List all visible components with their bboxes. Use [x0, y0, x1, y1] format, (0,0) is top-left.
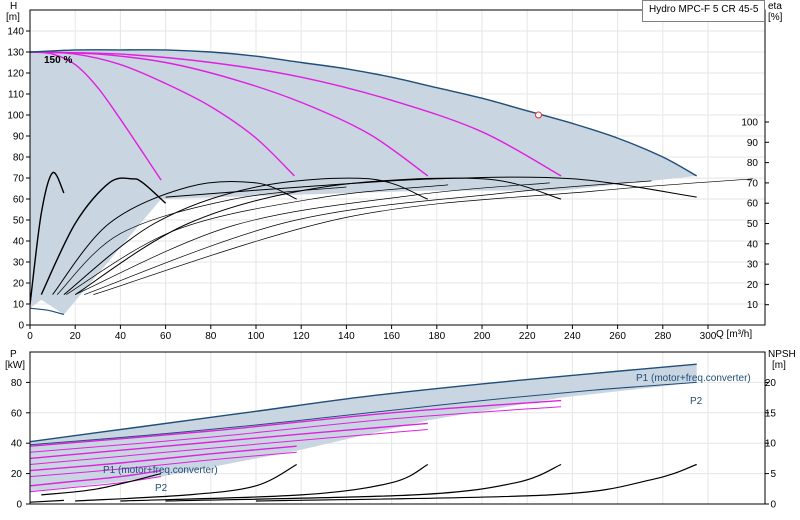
y2-tick-label: 90: [747, 138, 759, 149]
y-tick-label: 0: [18, 321, 24, 332]
y2-tick-label: 5: [770, 469, 776, 480]
chart-title: Hydro MPC-F 5 CR 45-5: [649, 4, 759, 15]
y-tick-label: 140: [7, 27, 24, 38]
duty-point: [535, 111, 542, 119]
x-tick-label: 60: [160, 331, 172, 342]
y-tick-label: 110: [8, 90, 24, 101]
efficiency-axis-label: eta [%]: [768, 1, 783, 23]
y2-tick-label: 50: [747, 219, 759, 230]
y-tick-label: 70: [13, 174, 25, 185]
y2-tick-label: 0: [770, 500, 776, 511]
y2-tick-label: 20: [765, 378, 777, 389]
flow-axis-label: Q [m³/h]: [716, 329, 752, 340]
y-tick-label: 20: [13, 279, 25, 290]
x-tick-label: 300: [700, 331, 717, 342]
y-tick-label: 60: [13, 195, 25, 206]
y2-tick-label: 70: [747, 178, 759, 189]
y2-tick-label: 60: [747, 199, 759, 210]
y2-tick-label: 30: [747, 260, 759, 271]
x-tick-label: 40: [115, 331, 127, 342]
y2-tick-label: 10: [765, 439, 777, 450]
x-tick-label: 200: [474, 331, 491, 342]
p2-label-lower: P2: [155, 483, 168, 494]
x-tick-label: 120: [293, 331, 310, 342]
x-tick-label: 20: [70, 331, 82, 342]
power-axis-ticks: 0 20 40 60 80: [11, 378, 30, 511]
npsh-axis-label: NPSH [m]: [768, 349, 796, 371]
y2-tick-label: 40: [747, 239, 759, 250]
y-tick-label: 50: [13, 216, 25, 227]
y-tick-label: 120: [7, 69, 24, 80]
y-tick-label: 80: [13, 153, 25, 164]
x-tick-label: 100: [248, 331, 265, 342]
x-tick-label: 160: [383, 331, 400, 342]
x-tick-label: 280: [654, 331, 671, 342]
x-tick-label: 240: [564, 331, 581, 342]
y-tick-label: 0: [16, 500, 22, 511]
p1-label-upper: P1 (motor+freq.converter): [636, 373, 751, 384]
y-tick-label: 130: [7, 48, 24, 59]
y-tick-label: 40: [13, 237, 25, 248]
x-tick-label: 220: [519, 331, 536, 342]
y-tick-label: 10: [13, 300, 25, 311]
x-tick-label: 260: [609, 331, 626, 342]
y2-tick-label: 20: [747, 280, 759, 291]
npsh-curve: [165, 463, 562, 502]
npsh-curve: [255, 463, 697, 502]
x-tick-label: 0: [27, 331, 33, 342]
npsh-curve: [30, 499, 64, 503]
y-tick-label: 100: [7, 111, 24, 122]
y-tick-label: 20: [11, 469, 23, 480]
power-axis-label: P [kW]: [5, 349, 25, 371]
y-tick-label: 90: [13, 132, 25, 143]
npsh-axis-ticks: 0 5 10 15 20: [765, 378, 777, 511]
p1-label-lower: P1 (motor+freq.converter): [103, 465, 218, 476]
x-tick-label: 180: [428, 331, 445, 342]
x-tick-label: 80: [205, 331, 217, 342]
y2-tick-label: 80: [747, 158, 759, 169]
y2-tick-label: 15: [765, 408, 777, 419]
y2-tick-label: 100: [741, 118, 758, 129]
y-tick-label: 40: [11, 439, 23, 450]
head-axis-ticks: 0 10 20 30 40 50 60 70 80 90 100 110 120 130 140: [7, 27, 30, 332]
p2-label-upper: P2: [690, 396, 703, 407]
y-tick-label: 80: [11, 378, 23, 389]
pump-performance-chart: 0 20 40 60 80 100 120 140 160 180 200 220 240 260 280 3…: [5, 1, 796, 511]
chart-title-box: Hydro MPC-F 5 CR 45-5: [642, 0, 766, 22]
x-tick-label: 140: [338, 331, 355, 342]
y-tick-label: 60: [11, 408, 23, 419]
percent-annotation: 150 %: [44, 55, 72, 66]
y2-tick-label: 10: [747, 300, 759, 311]
y-tick-label: 30: [13, 258, 25, 269]
head-axis-label: H [m]: [6, 1, 20, 23]
flow-axis-ticks: 0 20 40 60 80 100 120 140 160 180 200 220 240 260 280 3…: [27, 325, 717, 342]
